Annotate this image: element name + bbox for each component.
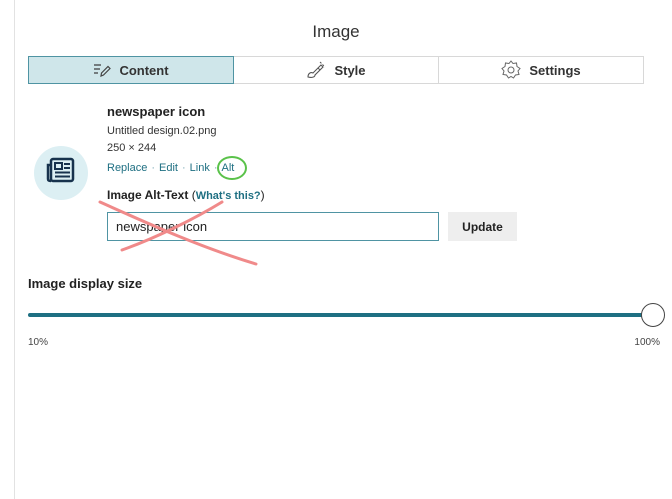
alt-text-input[interactable] [107,212,439,241]
gear-icon [501,60,522,80]
tab-content[interactable]: Content [28,56,234,84]
tab-settings[interactable]: Settings [439,57,643,83]
image-meta: newspaper icon Untitled design.02.png 25… [107,104,216,154]
alt-link-wrapper: Alt [216,156,247,180]
newspaper-icon [46,157,76,190]
image-dimensions: 250 × 244 [107,142,157,154]
tab-content-label: Content [119,62,169,78]
slider-max-label: 100% [634,337,660,348]
display-size-slider[interactable] [28,302,666,328]
update-button[interactable]: Update [448,212,517,241]
tab-bar: Content Style Settings [28,56,644,84]
image-thumbnail[interactable] [34,146,88,200]
separator-dot: · [182,162,186,174]
slider-min-label: 10% [28,337,49,348]
panel-title: Image [312,22,360,41]
edit-link[interactable]: Edit [159,162,178,174]
separator-dot: · [213,162,218,174]
brush-icon [306,61,326,79]
image-actions: Replace · Edit · Link · Alt [107,156,247,180]
slider-thumb[interactable] [641,303,665,327]
alt-text-label-row: Image Alt-Text (What's this?) [107,188,265,202]
panel-left-border [14,0,15,499]
replace-link[interactable]: Replace [107,162,147,174]
link-link[interactable]: Link [190,162,210,174]
display-size-label: Image display size [28,276,143,291]
image-name: newspaper icon [107,104,206,119]
paren-close: ) [260,188,265,202]
image-filename: Untitled design.02.png [107,125,217,137]
alt-link[interactable]: Alt [222,162,235,174]
image-info-section: newspaper icon Untitled design.02.png 25… [34,104,634,254]
separator-dot: · [151,162,156,174]
slider-track[interactable] [28,313,646,317]
tab-settings-label: Settings [529,62,581,78]
alt-text-label: Image Alt-Text [107,188,189,202]
tab-style-label: Style [334,62,366,78]
whats-this-link[interactable]: What's this? [196,190,261,202]
edit-lines-icon [93,62,112,78]
tab-style[interactable]: Style [234,57,439,83]
